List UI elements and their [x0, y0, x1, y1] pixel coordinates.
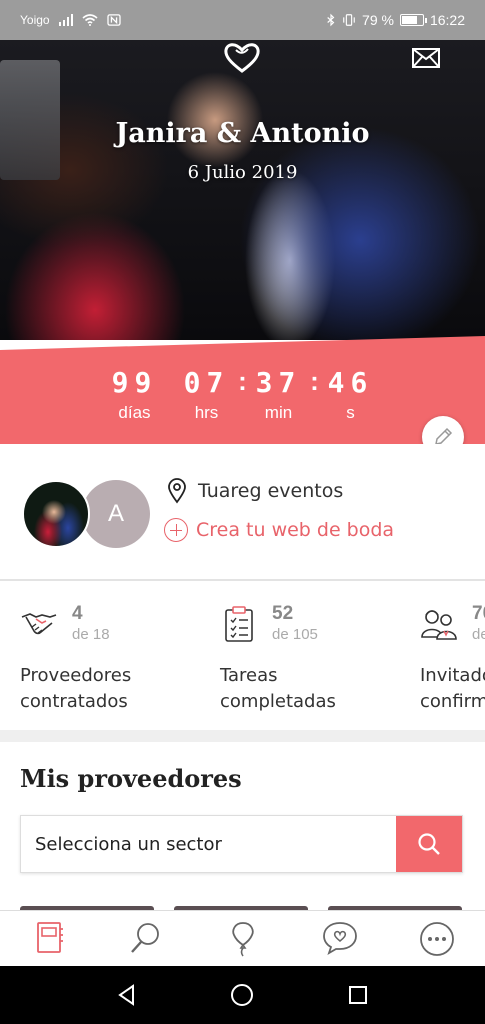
- recents-icon[interactable]: [346, 983, 370, 1007]
- battery-percent: 79 %: [362, 12, 394, 28]
- tab-more[interactable]: [388, 911, 485, 966]
- sector-search-button[interactable]: [396, 816, 462, 872]
- planner-book-icon: [36, 922, 63, 953]
- stat-label: Tareas completadas: [220, 663, 400, 715]
- countdown-value: 37: [255, 366, 302, 399]
- countdown-seconds: 46 s: [320, 366, 382, 423]
- countdown-hours: 07 hrs: [176, 366, 238, 423]
- couple-info: A Tuareg eventos Crea tu web de boda: [0, 444, 485, 579]
- stat-total: de 18: [72, 626, 110, 643]
- envelope-icon[interactable]: [412, 48, 440, 68]
- signal-icon: [58, 14, 73, 26]
- create-web-link[interactable]: Crea tu web de boda: [164, 518, 394, 542]
- countdown-separator: :: [310, 366, 319, 396]
- countdown-label: hrs: [194, 403, 219, 422]
- battery-level: [401, 16, 417, 24]
- countdown-minutes: 37 min: [248, 366, 310, 423]
- bluetooth-icon: [327, 13, 335, 27]
- search-icon: [130, 923, 159, 953]
- create-web-label: Crea tu web de boda: [196, 519, 395, 541]
- system-nav-bar: [0, 966, 485, 1024]
- back-icon[interactable]: [115, 983, 139, 1007]
- countdown-separator: :: [238, 366, 247, 396]
- countdown-row: 99 días 07 hrs : 37 min : 46 s: [0, 366, 485, 423]
- countdown-value: 46: [327, 366, 374, 399]
- battery-icon: [399, 14, 427, 26]
- bottom-tab-bar: [0, 910, 485, 966]
- tab-community[interactable]: [291, 911, 388, 966]
- stat-label: Proveedores contratados: [20, 663, 200, 715]
- search-icon: [418, 833, 440, 855]
- section-separator: [0, 730, 485, 742]
- stat-label: Invitados confirma: [420, 663, 485, 715]
- balloon-icon: [231, 922, 254, 957]
- countdown-label: s: [346, 403, 355, 422]
- stat-count: 52: [272, 603, 294, 624]
- nfc-icon: [106, 14, 121, 26]
- stat-vendors[interactable]: 4 de 18 Proveedores contratados: [0, 581, 200, 731]
- stat-label-line: completadas: [220, 691, 336, 712]
- location-pin-icon: [168, 478, 186, 504]
- stats-row: 4 de 18 Proveedores contratados 52 de 10…: [0, 581, 485, 731]
- stat-count: 70: [472, 603, 485, 624]
- countdown-value: 99: [111, 366, 158, 399]
- tab-planner[interactable]: [0, 911, 97, 966]
- countdown-label: días: [118, 403, 151, 422]
- providers-title: Mis proveedores: [20, 764, 242, 793]
- stat-guests[interactable]: 70 de 8 Invitados confirma: [400, 581, 485, 731]
- stat-label-line: Invitados: [420, 665, 485, 686]
- clipboard-checklist-icon: [225, 606, 253, 642]
- stat-label-line: Proveedores: [20, 665, 132, 686]
- couple-avatar[interactable]: [22, 480, 90, 548]
- wedding-date: 6 Julio 2019: [187, 162, 298, 183]
- more-icon: [419, 922, 454, 956]
- countdown-days: 99 días: [104, 366, 166, 423]
- handshake-icon: [21, 613, 57, 635]
- venue[interactable]: Tuareg eventos: [166, 478, 343, 504]
- stat-count: 4: [72, 603, 83, 624]
- tab-inspiration[interactable]: [194, 911, 291, 966]
- couple-photo-header: Janira & Antonio 6 Julio 2019: [0, 40, 485, 340]
- plus-circle-icon: [164, 518, 188, 542]
- couple-names: Janira & Antonio: [115, 118, 370, 149]
- home-icon[interactable]: [229, 982, 255, 1008]
- venue-name: Tuareg eventos: [198, 480, 344, 502]
- carrier-name: Yoigo: [20, 13, 50, 27]
- sector-selector[interactable]: Selecciona un sector: [20, 815, 463, 873]
- chat-heart-icon: [322, 922, 357, 955]
- tab-search[interactable]: [97, 911, 194, 966]
- heart-icon[interactable]: [222, 40, 262, 74]
- countdown-banner: 99 días 07 hrs : 37 min : 46 s: [0, 336, 485, 444]
- wifi-icon: [82, 14, 98, 26]
- stat-label-line: contratados: [20, 691, 128, 712]
- stat-tasks[interactable]: 52 de 105 Tareas completadas: [200, 581, 400, 731]
- clock: 16:22: [429, 12, 465, 28]
- status-bar: Yoigo 79 % 16:22: [0, 0, 485, 40]
- stat-label-line: Tareas: [220, 665, 278, 686]
- stat-total: de 105: [272, 626, 318, 643]
- sector-select-input[interactable]: Selecciona un sector: [21, 816, 396, 872]
- partner-avatar[interactable]: A: [82, 480, 150, 548]
- countdown-value: 07: [183, 366, 230, 399]
- stat-total: de 8: [472, 626, 485, 643]
- vibrate-icon: [343, 14, 355, 26]
- stat-label-line: confirma: [420, 691, 485, 712]
- countdown-label: min: [264, 403, 293, 422]
- guests-icon: [421, 610, 457, 640]
